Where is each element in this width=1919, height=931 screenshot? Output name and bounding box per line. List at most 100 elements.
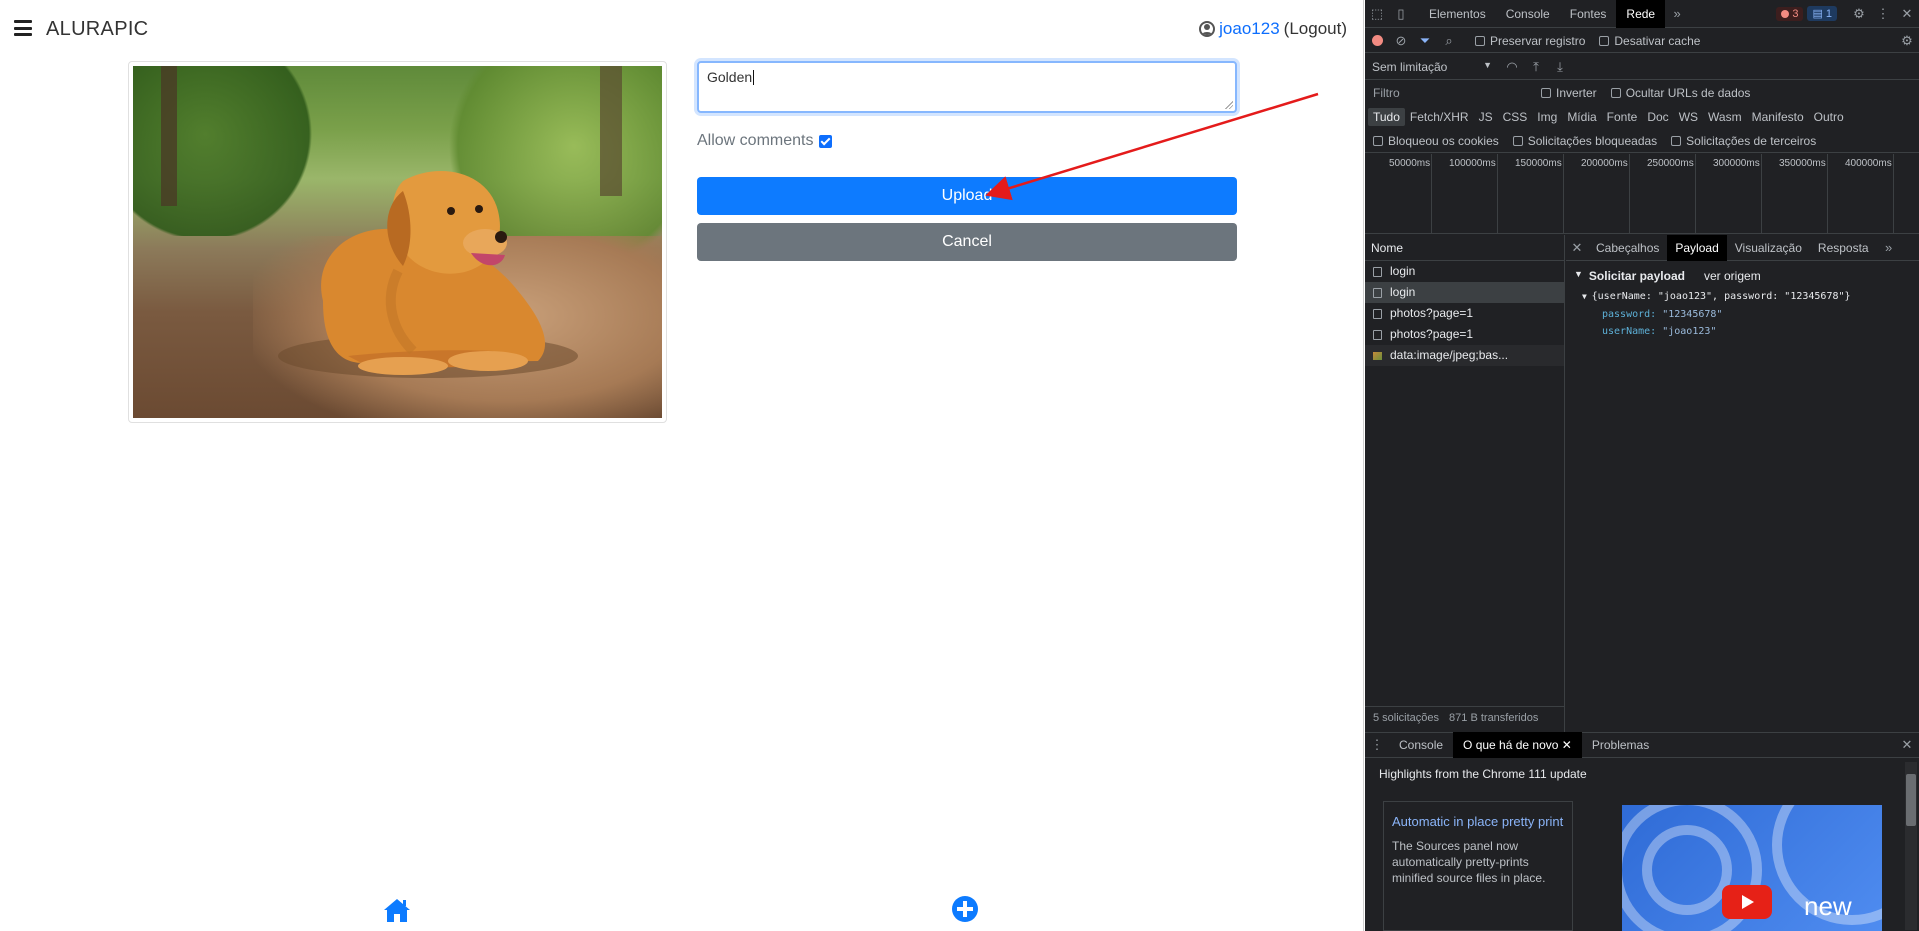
tab-headers[interactable]: Cabeçalhos	[1588, 235, 1667, 261]
upload-button[interactable]: Upload	[697, 177, 1237, 215]
blocked-requests-checkbox[interactable]: Solicitações bloqueadas	[1512, 134, 1657, 148]
type-filter-font[interactable]: Fonte	[1602, 108, 1643, 126]
news-card: Automatic in place pretty print The Sour…	[1383, 801, 1573, 931]
filter-input[interactable]: Filtro	[1371, 84, 1531, 102]
close-detail-icon[interactable]: ✕	[1566, 236, 1588, 260]
preserve-log-checkbox[interactable]: Preservar registro	[1475, 34, 1585, 48]
home-icon[interactable]	[382, 897, 412, 923]
timeline-tick: 400000ms	[1845, 158, 1892, 169]
thumbnail-text: new	[1804, 891, 1852, 921]
disable-cache-checkbox[interactable]: Desativar cache	[1599, 34, 1700, 48]
video-thumbnail[interactable]: new	[1622, 805, 1882, 931]
timeline-tick: 300000ms	[1713, 158, 1760, 169]
blocked-cookies-checkbox[interactable]: Bloqueou os cookies	[1373, 134, 1499, 148]
request-payload-section[interactable]: ▼ Solicitar payload	[1574, 269, 1685, 283]
drawer-tab-console[interactable]: Console	[1389, 732, 1453, 758]
close-devtools-icon[interactable]: ✕	[1895, 2, 1919, 26]
news-link[interactable]: Automatic in place pretty print	[1392, 808, 1564, 836]
tab-console[interactable]: Console	[1496, 0, 1560, 28]
device-toolbar-icon[interactable]: ▯	[1389, 2, 1413, 26]
whats-new-panel: Highlights from the Chrome 111 update Au…	[1365, 759, 1919, 931]
clear-icon[interactable]: ⊘	[1389, 29, 1413, 53]
request-row[interactable]: login	[1365, 261, 1564, 282]
cancel-button[interactable]: Cancel	[697, 223, 1237, 261]
drawer-menu-icon[interactable]: ⋮	[1365, 733, 1389, 757]
allow-comments-label: Allow comments	[697, 132, 814, 149]
type-filter-js[interactable]: JS	[1474, 108, 1498, 126]
network-conditions-wifi-icon[interactable]: ◠	[1500, 55, 1524, 79]
inspect-element-icon[interactable]: ⬚	[1365, 2, 1389, 26]
tab-payload[interactable]: Payload	[1667, 234, 1727, 261]
photo-preview-image	[133, 66, 662, 418]
drawer-tab-whats-new[interactable]: O que há de novo ✕	[1453, 732, 1582, 758]
more-tabs-chevron-icon[interactable]: »	[1665, 2, 1689, 26]
payload-summary[interactable]: ▼ {userName: "joao123", password: "12345…	[1582, 291, 1851, 302]
network-settings-gear-icon[interactable]: ⚙	[1895, 29, 1919, 53]
request-list: Nome login login photos?page=1 photos?pa…	[1365, 235, 1565, 735]
name-column-header[interactable]: Nome	[1365, 235, 1564, 261]
tab-sources[interactable]: Fontes	[1560, 0, 1617, 28]
news-description: The Sources panel now automatically pret…	[1392, 839, 1546, 885]
error-count-badge[interactable]: 3	[1776, 6, 1804, 21]
timeline-tick: 350000ms	[1779, 158, 1826, 169]
hide-data-urls-checkbox[interactable]: Ocultar URLs de dados	[1610, 86, 1750, 100]
timeline-tick: 50000ms	[1389, 158, 1431, 169]
tab-elements[interactable]: Elementos	[1419, 0, 1496, 28]
web-app-viewport: ALURAPIC joao123 (Logout) Golden Allow c…	[0, 0, 1364, 931]
more-detail-tabs-chevron-icon[interactable]: »	[1877, 236, 1901, 260]
throttling-select[interactable]: Sem limitação ▼	[1372, 60, 1492, 74]
timeline-tick: 250000ms	[1647, 158, 1694, 169]
filter-funnel-icon[interactable]: ⏷	[1413, 29, 1437, 53]
request-row[interactable]: photos?page=1	[1365, 303, 1564, 324]
photo-description-textarea[interactable]: Golden	[697, 61, 1237, 113]
export-har-download-icon[interactable]: ⤓	[1548, 55, 1572, 79]
timeline-tick: 200000ms	[1581, 158, 1628, 169]
username-link[interactable]: joao123	[1219, 19, 1280, 39]
filter-bar: Filtro Inverter Ocultar URLs de dados	[1365, 81, 1919, 105]
menu-icon[interactable]	[14, 20, 32, 36]
close-drawer-icon[interactable]: ✕	[1895, 733, 1919, 757]
kebab-menu-icon[interactable]: ⋮	[1871, 2, 1895, 26]
type-filter-doc[interactable]: Doc	[1642, 108, 1673, 126]
view-source-link[interactable]: ver origem	[1704, 269, 1761, 283]
search-icon[interactable]: ⌕	[1437, 29, 1461, 53]
brand-logo-text[interactable]: ALURAPIC	[46, 18, 148, 41]
tab-preview[interactable]: Visualização	[1727, 235, 1810, 261]
blocked-filters: Bloqueou os cookies Solicitações bloquea…	[1365, 129, 1919, 153]
type-filter-media[interactable]: Mídia	[1562, 108, 1601, 126]
request-row-selected[interactable]: login	[1365, 282, 1564, 303]
close-tab-icon[interactable]: ✕	[1562, 738, 1572, 752]
type-filter-ws[interactable]: WS	[1674, 108, 1703, 126]
user-circle-icon	[1199, 21, 1216, 37]
youtube-play-icon[interactable]	[1722, 885, 1772, 919]
type-filter-css[interactable]: CSS	[1498, 108, 1533, 126]
record-stop-icon[interactable]	[1365, 29, 1389, 53]
tab-network[interactable]: Rede	[1616, 0, 1666, 28]
drawer-tab-issues[interactable]: Problemas	[1582, 732, 1659, 758]
type-filter-other[interactable]: Outro	[1809, 108, 1849, 126]
allow-comments-row: Allow comments	[697, 132, 833, 150]
type-filter-manifest[interactable]: Manifesto	[1747, 108, 1809, 126]
allow-comments-checkbox[interactable]	[819, 134, 833, 148]
type-filter-all[interactable]: Tudo	[1368, 108, 1405, 126]
transferred-size: 871 B transferidos	[1449, 711, 1539, 724]
type-filter-wasm[interactable]: Wasm	[1703, 108, 1747, 126]
photo-preview-card	[128, 61, 667, 423]
textarea-resize-handle[interactable]	[1225, 101, 1233, 109]
import-har-upload-icon[interactable]: ⤒	[1524, 55, 1548, 79]
network-timeline[interactable]: 50000ms 100000ms 150000ms 200000ms 25000…	[1365, 154, 1919, 234]
logout-link[interactable]: (Logout)	[1284, 19, 1347, 39]
third-party-requests-checkbox[interactable]: Solicitações de terceiros	[1671, 134, 1816, 148]
request-row[interactable]: data:image/jpeg;bas...	[1365, 345, 1564, 366]
settings-gear-icon[interactable]: ⚙	[1847, 2, 1871, 26]
request-row[interactable]: photos?page=1	[1365, 324, 1564, 345]
invert-checkbox[interactable]: Inverter	[1541, 86, 1597, 100]
highlights-title: Highlights from the Chrome 111 update	[1379, 767, 1587, 781]
drawer-scrollbar-thumb[interactable]	[1906, 774, 1916, 826]
tab-response[interactable]: Resposta	[1810, 235, 1877, 261]
navbar: ALURAPIC joao123 (Logout)	[0, 0, 1364, 58]
message-count-badge[interactable]: ▤ 1	[1807, 6, 1837, 21]
add-photo-plus-icon[interactable]	[951, 895, 979, 923]
type-filter-fetch-xhr[interactable]: Fetch/XHR	[1405, 108, 1474, 126]
type-filter-img[interactable]: Img	[1532, 108, 1562, 126]
